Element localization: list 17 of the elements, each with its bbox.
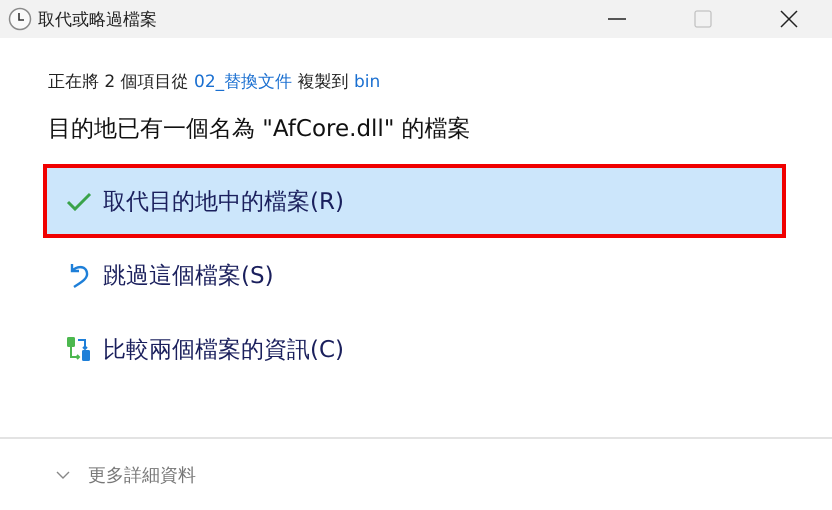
close-icon (779, 9, 799, 29)
folder-link[interactable]: bin (354, 72, 380, 92)
maximize-icon (693, 9, 713, 29)
folder-link[interactable]: 02_替換文件 (194, 72, 292, 92)
option-button[interactable]: 比較兩個檔案的資訊(C) (43, 312, 786, 386)
compare-files-icon (66, 336, 92, 362)
window-title: 取代或略過檔案 (38, 8, 158, 30)
chevron-icon (56, 470, 70, 480)
check-icon (66, 191, 92, 211)
option-button[interactable]: 取代目的地中的檔案(R) (43, 164, 786, 238)
copy-status-text: 正在將 2 個項目從 02_替換文件 複製到 bin (48, 71, 382, 93)
more-details-toggle[interactable]: 更多詳細資料 (0, 439, 196, 487)
undo-arrow-icon (68, 262, 90, 288)
minimize-icon (607, 18, 627, 20)
option-button[interactable]: 跳過這個檔案(S) (43, 238, 786, 312)
clock-icon (8, 7, 32, 31)
conflict-message: 目的地已有一個名為 "AfCore.dll" 的檔案 (48, 115, 472, 144)
